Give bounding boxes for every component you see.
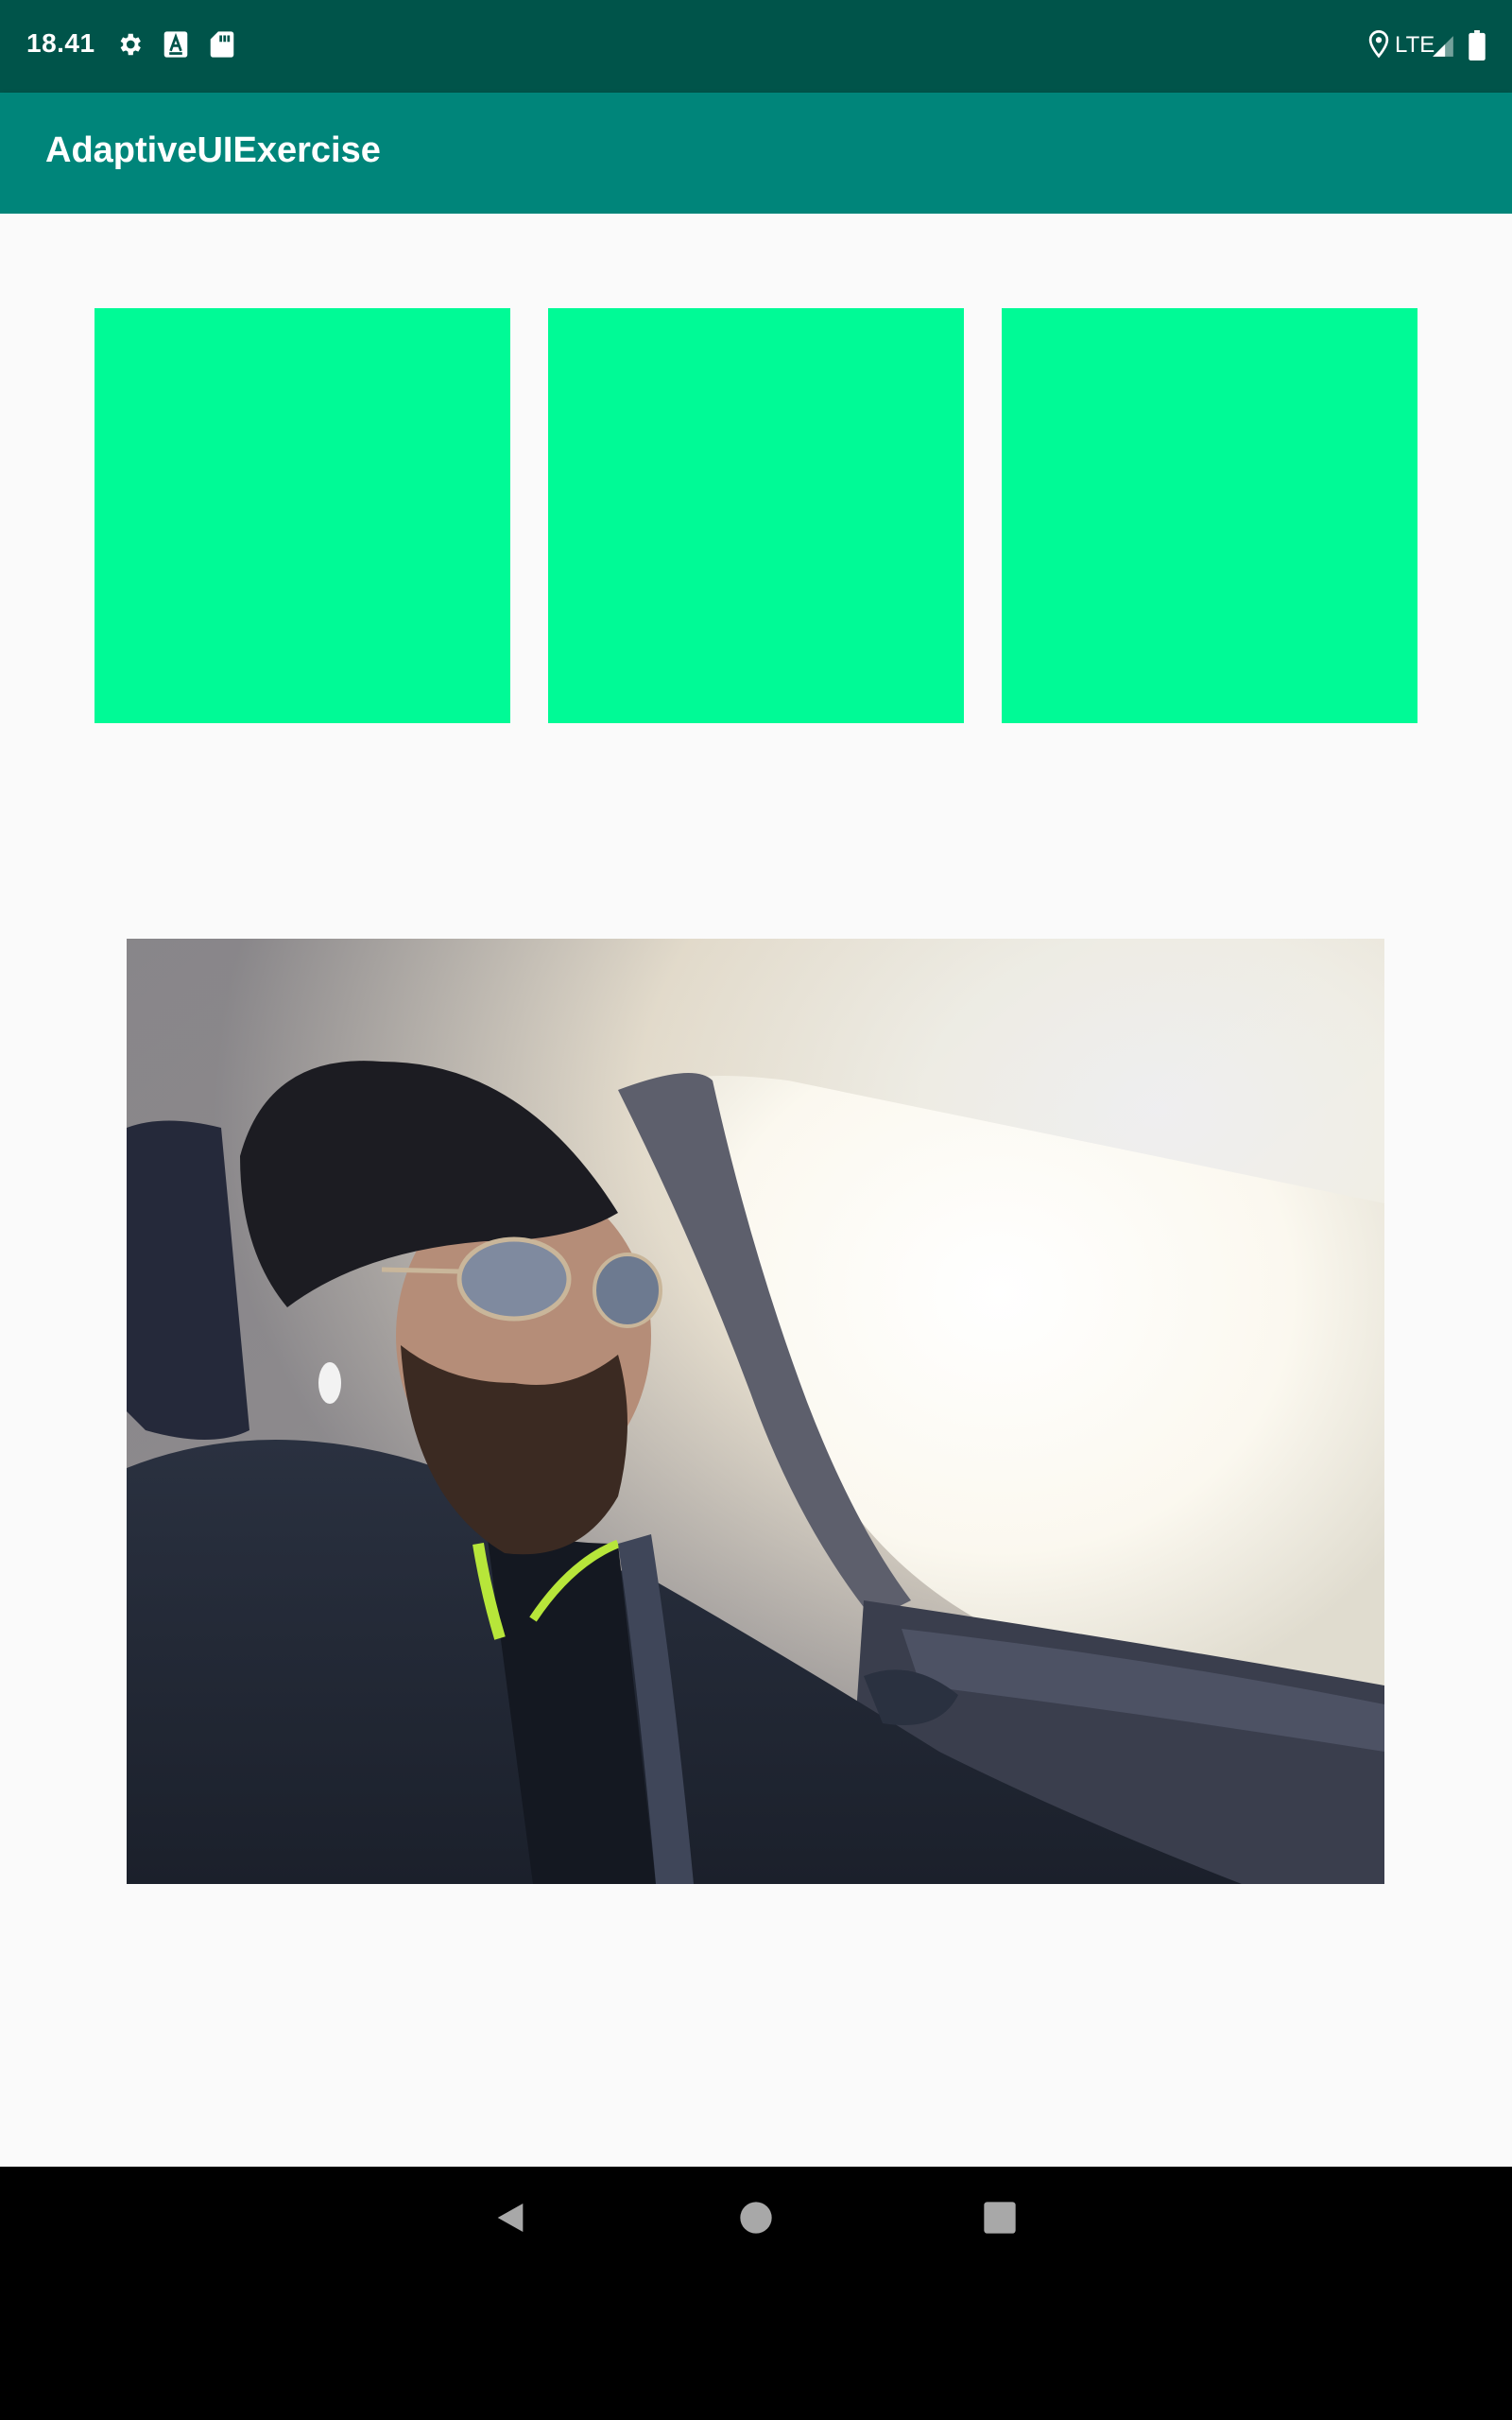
app-title: AdaptiveUIExercise	[45, 130, 381, 170]
green-box-1	[94, 308, 510, 723]
green-box-2	[548, 308, 964, 723]
main-content	[0, 214, 1512, 2167]
sd-card-icon	[210, 31, 234, 58]
battery-icon	[1469, 30, 1486, 60]
home-icon[interactable]	[737, 2199, 775, 2237]
app-bar: AdaptiveUIExercise	[0, 93, 1512, 214]
navigation-bar	[0, 2167, 1512, 2420]
green-box-3	[1002, 308, 1418, 723]
settings-icon	[120, 33, 141, 56]
location-icon	[1368, 30, 1389, 59]
photo-image	[127, 939, 1384, 1884]
font-icon	[163, 31, 188, 58]
status-bar: 18.41 LTE	[0, 0, 1512, 93]
recents-icon[interactable]	[981, 2199, 1019, 2237]
back-icon[interactable]	[491, 2199, 529, 2237]
driver-photo	[127, 939, 1384, 1884]
status-time: 18.41	[26, 28, 95, 58]
network-label: LTE	[1395, 32, 1435, 58]
signal-icon	[1433, 36, 1453, 57]
